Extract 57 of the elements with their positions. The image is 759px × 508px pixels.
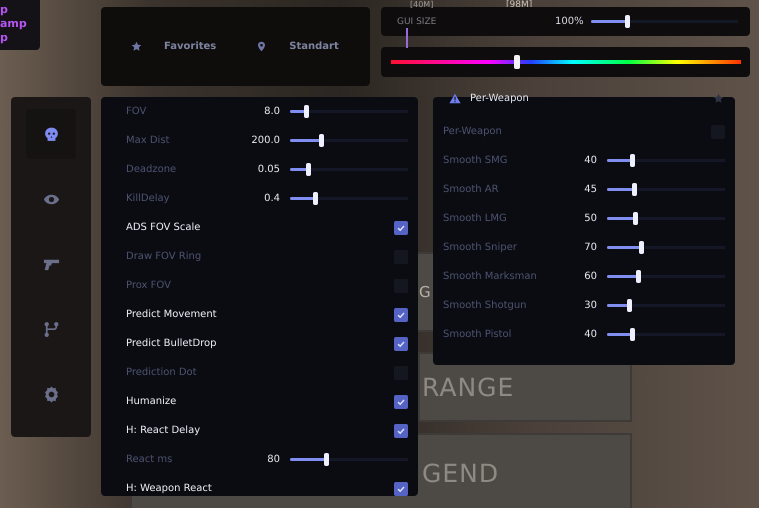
hue-thumb[interactable] bbox=[514, 55, 520, 69]
setting-value: 70 bbox=[583, 242, 597, 253]
marker-line bbox=[406, 28, 408, 48]
setting-label: Smooth Marksman bbox=[443, 271, 537, 282]
distance-marker: [98M] bbox=[506, 0, 532, 10]
setting-label: Deadzone bbox=[126, 164, 178, 175]
setting-label: Smooth AR bbox=[443, 184, 500, 195]
setting-label: FOV bbox=[126, 106, 148, 117]
star-icon bbox=[131, 41, 142, 52]
distance-marker: [40M] bbox=[410, 0, 434, 9]
setting-label: Humanize bbox=[126, 396, 178, 407]
setting-label: KillDelay bbox=[126, 193, 171, 204]
setting-label: Smooth LMG bbox=[443, 213, 508, 224]
setting-label: Predict BulletDrop bbox=[126, 338, 218, 349]
setting-value: 40 bbox=[583, 329, 597, 340]
setting-value: 45 bbox=[583, 184, 597, 195]
setting-label: Smooth SMG bbox=[443, 155, 508, 166]
setting-value: 0.4 bbox=[263, 193, 280, 204]
star-icon[interactable] bbox=[713, 93, 724, 104]
skull-icon bbox=[42, 126, 60, 142]
setting-value: 30 bbox=[583, 300, 597, 311]
overlay-list-item: p bbox=[0, 3, 9, 17]
setting-label: ADS FOV Scale bbox=[126, 222, 202, 233]
setting-value: 80 bbox=[266, 454, 280, 465]
setting-value: 50 bbox=[583, 213, 597, 224]
setting-checkbox[interactable] bbox=[394, 424, 408, 438]
setting-checkbox[interactable] bbox=[394, 394, 408, 408]
setting-value: 8.0 bbox=[263, 106, 280, 117]
settings-icon bbox=[42, 386, 60, 402]
setting-value: 60 bbox=[583, 271, 597, 282]
setting-label: Smooth Shotgun bbox=[443, 300, 528, 311]
location-pin-icon bbox=[256, 41, 268, 52]
gui-size-label: GUI SIZE bbox=[397, 16, 438, 26]
setting-label: Prox FOV bbox=[126, 280, 172, 291]
overlay-list-item: amp bbox=[0, 17, 28, 31]
panel-title: Per-Weapon bbox=[470, 93, 530, 104]
sidebar-tab[interactable] bbox=[26, 109, 76, 159]
branch-icon bbox=[42, 320, 60, 338]
setting-checkbox[interactable] bbox=[394, 336, 408, 350]
setting-label: H: React Delay bbox=[126, 425, 202, 436]
setting-label: Prediction Dot bbox=[126, 367, 198, 378]
overlay-list-item: p bbox=[0, 31, 9, 45]
setting-label: Predict Movement bbox=[126, 309, 218, 320]
setting-label: Smooth Pistol bbox=[443, 329, 512, 340]
setting-label: Draw FOV Ring bbox=[126, 251, 202, 262]
quick-button[interactable]: Favorites bbox=[131, 41, 216, 52]
setting-label: Max Dist bbox=[126, 135, 170, 146]
setting-checkbox[interactable] bbox=[394, 308, 408, 322]
setting-checkbox[interactable] bbox=[394, 482, 408, 496]
setting-checkbox[interactable] bbox=[394, 220, 408, 234]
setting-value: 40 bbox=[583, 155, 597, 166]
gui-size-reading: 100% bbox=[555, 16, 585, 27]
setting-value: 200.0 bbox=[250, 135, 280, 146]
quick-button[interactable]: Standart bbox=[256, 41, 339, 52]
setting-value: 0.05 bbox=[256, 164, 280, 175]
setting-label: Per-Weapon bbox=[443, 126, 503, 137]
setting-label: Smooth Sniper bbox=[443, 242, 518, 253]
